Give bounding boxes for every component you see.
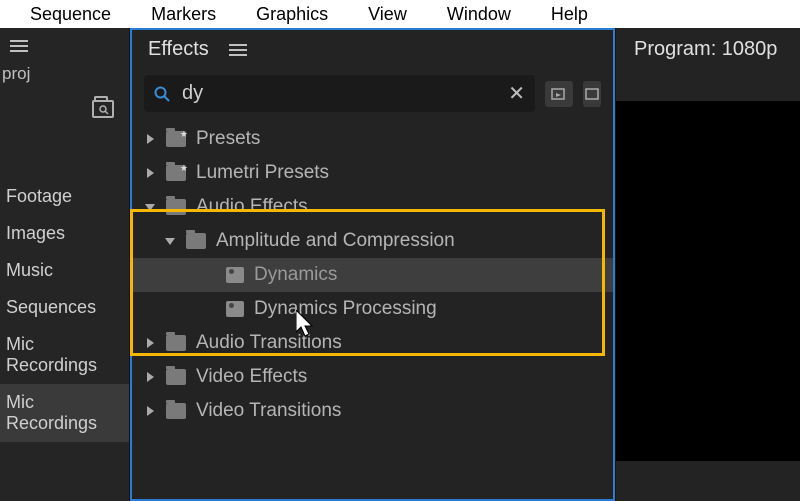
folder-icon (166, 131, 186, 147)
folder-icon (166, 199, 186, 215)
folder-icon (166, 165, 186, 181)
tree-item-video-transitions[interactable]: Video Transitions (132, 394, 613, 428)
folder-icon (166, 335, 186, 351)
preset-button[interactable] (545, 81, 573, 107)
bin-item[interactable]: Music (0, 252, 129, 289)
tree-label: Audio Effects (196, 196, 308, 218)
effects-panel: Effects ✕ Presets (130, 28, 615, 501)
tree-label: Presets (196, 128, 260, 150)
tree-label: Video Effects (196, 366, 307, 388)
tree-label: Audio Transitions (196, 332, 342, 354)
tree-item-lumetri-presets[interactable]: Lumetri Presets (132, 156, 613, 190)
bin-item[interactable]: Mic Recordings (0, 384, 129, 442)
search-icon (154, 86, 170, 102)
effects-panel-menu-icon[interactable] (229, 44, 247, 56)
chevron-down-icon (144, 201, 156, 213)
search-input[interactable] (182, 82, 496, 105)
chevron-down-icon (164, 235, 176, 247)
project-panel: proj Footage Images Music Sequences Mic … (0, 28, 130, 501)
new-bin-icon[interactable] (92, 100, 114, 118)
tree-item-dynamics[interactable]: Dynamics (132, 258, 613, 292)
menu-markers[interactable]: Markers (151, 4, 216, 25)
tree-item-dynamics-processing[interactable]: Dynamics Processing (132, 292, 613, 326)
tree-item-amplitude-compression[interactable]: Amplitude and Compression (132, 224, 613, 258)
preset-icon (226, 267, 244, 283)
tree-label: Dynamics (254, 264, 337, 286)
folder-icon (186, 233, 206, 249)
menu-view[interactable]: View (368, 4, 407, 25)
bin-item[interactable]: Images (0, 215, 129, 252)
folder-icon (166, 369, 186, 385)
tree-label: Video Transitions (196, 400, 341, 422)
panel-title: Effects (148, 38, 209, 61)
tree-item-video-effects[interactable]: Video Effects (132, 360, 613, 394)
more-button[interactable] (583, 81, 601, 107)
cursor-icon (296, 310, 318, 338)
bin-item[interactable]: Footage (0, 178, 129, 215)
tree-item-audio-effects[interactable]: Audio Effects (132, 190, 613, 224)
menu-help[interactable]: Help (551, 4, 588, 25)
folder-icon (166, 403, 186, 419)
effects-tree: Presets Lumetri Presets Audio Effects Am… (132, 118, 613, 499)
chevron-right-icon (144, 133, 156, 145)
tree-label: Lumetri Presets (196, 162, 329, 184)
tree-item-audio-transitions[interactable]: Audio Transitions (132, 326, 613, 360)
program-panel: Program: 1080p (615, 28, 800, 501)
bin-item[interactable]: Sequences (0, 289, 129, 326)
menu-sequence[interactable]: Sequence (30, 4, 111, 25)
chevron-right-icon (144, 167, 156, 179)
menu-window[interactable]: Window (447, 4, 511, 25)
tree-label: Dynamics Processing (254, 298, 437, 320)
tree-label: Amplitude and Compression (216, 230, 455, 252)
search-container: ✕ (144, 75, 535, 112)
app-menubar: Sequence Markers Graphics View Window He… (0, 0, 800, 28)
chevron-right-icon (144, 405, 156, 417)
program-title: Program: 1080p (616, 28, 800, 71)
preset-icon (226, 301, 244, 317)
program-monitor[interactable] (616, 101, 800, 461)
menu-graphics[interactable]: Graphics (256, 4, 328, 25)
bin-item[interactable]: Mic Recordings (0, 326, 129, 384)
tree-item-presets[interactable]: Presets (132, 122, 613, 156)
chevron-right-icon (144, 371, 156, 383)
chevron-right-icon (144, 337, 156, 349)
project-name[interactable]: proj (0, 58, 129, 90)
clear-search-icon[interactable]: ✕ (508, 81, 525, 106)
panel-menu-icon[interactable] (10, 40, 28, 52)
